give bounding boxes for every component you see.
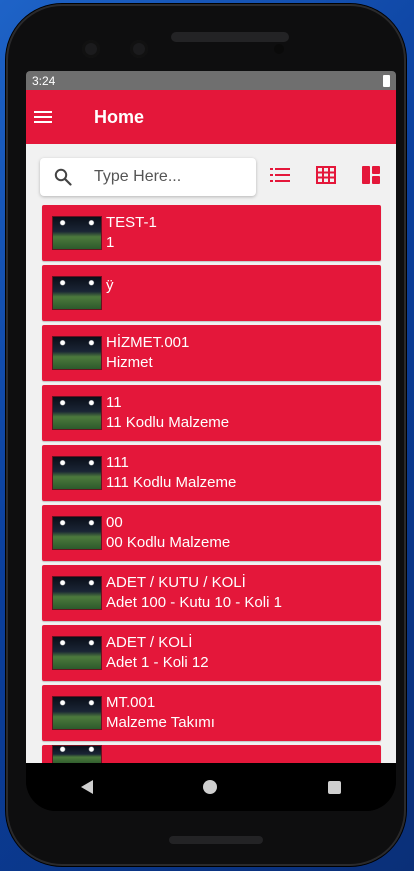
- item-code: 11: [106, 394, 122, 411]
- item-text: MT.001 Malzeme Takımı: [106, 693, 215, 733]
- list-item-partial[interactable]: [42, 745, 381, 763]
- item-thumbnail: [52, 216, 102, 250]
- list-view-icon[interactable]: [270, 167, 290, 188]
- item-text: ADET / KOLİ Adet 1 - Koli 12: [106, 633, 209, 673]
- list-item[interactable]: ADET / KOLİ Adet 1 - Koli 12: [42, 625, 381, 681]
- recent-apps-icon[interactable]: [327, 780, 341, 794]
- search-input[interactable]: [92, 167, 246, 187]
- item-code: MT.001: [106, 694, 156, 711]
- item-thumbnail: [52, 456, 102, 490]
- item-code: 111: [106, 454, 129, 471]
- item-name: Adet 1 - Koli 12: [106, 654, 209, 671]
- item-list: TEST-1 1 ÿ HİZMET.001 Hizmet 11 11 Kodlu…: [42, 205, 381, 763]
- list-item[interactable]: ÿ: [42, 265, 381, 321]
- status-time: 3:24: [32, 73, 56, 88]
- item-text: ÿ: [106, 276, 114, 296]
- list-item[interactable]: MT.001 Malzeme Takımı: [42, 685, 381, 741]
- front-sensor-icon: [130, 40, 148, 58]
- item-code: TEST-1: [106, 214, 157, 231]
- item-text: 111 111 Kodlu Malzeme: [106, 453, 236, 493]
- list-item[interactable]: 00 00 Kodlu Malzeme: [42, 505, 381, 561]
- list-item[interactable]: ADET / KUTU / KOLİ Adet 100 - Kutu 10 - …: [42, 565, 381, 621]
- item-thumbnail: [52, 696, 102, 730]
- item-name: 111 Kodlu Malzeme: [106, 474, 237, 491]
- search-box[interactable]: [40, 158, 256, 196]
- list-item[interactable]: 11 11 Kodlu Malzeme: [42, 385, 381, 441]
- item-thumbnail: [52, 276, 102, 310]
- app-bar: Home: [26, 90, 396, 144]
- item-thumbnail: [52, 516, 102, 550]
- phone-screen: 3:24 Home Type Here... TEST-1 1 ÿ HİZMET…: [26, 71, 396, 811]
- main-content[interactable]: TEST-1 1 ÿ HİZMET.001 Hizmet: [26, 144, 396, 763]
- system-nav-bar: [26, 763, 396, 811]
- item-thumbnail: [52, 745, 102, 763]
- battery-icon: [383, 74, 390, 87]
- view-toggle-group: [270, 165, 380, 189]
- item-code: HİZMET.001: [106, 334, 190, 351]
- list-item[interactable]: TEST-1 1: [42, 205, 381, 261]
- page-title: Home: [94, 106, 145, 127]
- item-thumbnail: [52, 576, 102, 610]
- item-name: 11 Kodlu Malzeme: [106, 414, 230, 431]
- item-name: 1: [106, 234, 115, 251]
- item-code: ADET / KOLİ: [106, 634, 193, 651]
- search-icon: [54, 168, 72, 186]
- item-name: Hizmet: [106, 354, 153, 371]
- item-thumbnail: [52, 636, 102, 670]
- bottom-speaker: [169, 836, 263, 844]
- item-thumbnail: [52, 336, 102, 370]
- item-code: ÿ: [106, 277, 114, 294]
- item-text: ADET / KUTU / KOLİ Adet 100 - Kutu 10 - …: [106, 573, 282, 613]
- item-name: Malzeme Takımı: [106, 714, 215, 731]
- front-camera-icon: [82, 40, 100, 58]
- status-bar: 3:24: [26, 71, 396, 90]
- item-name: Adet 100 - Kutu 10 - Koli 1: [106, 594, 282, 611]
- list-item[interactable]: HİZMET.001 Hizmet: [42, 325, 381, 381]
- proximity-sensor: [274, 44, 284, 54]
- item-code: 00: [106, 514, 123, 531]
- earpiece-speaker: [171, 32, 289, 42]
- item-text: 00 00 Kodlu Malzeme: [106, 513, 230, 553]
- item-text: HİZMET.001 Hizmet: [106, 333, 189, 373]
- item-thumbnail: [52, 396, 102, 430]
- item-name: 00 Kodlu Malzeme: [106, 534, 231, 551]
- item-text: 11 11 Kodlu Malzeme: [106, 393, 229, 433]
- tile-view-icon[interactable]: [362, 165, 380, 189]
- grid-view-icon[interactable]: [316, 165, 336, 189]
- home-icon[interactable]: [203, 780, 218, 794]
- list-item[interactable]: 111 111 Kodlu Malzeme: [42, 445, 381, 501]
- item-code: ADET / KUTU / KOLİ: [106, 574, 246, 591]
- search-row: [26, 144, 396, 196]
- back-icon[interactable]: [81, 780, 94, 794]
- item-text: TEST-1 1: [106, 213, 157, 253]
- menu-icon[interactable]: [34, 111, 52, 123]
